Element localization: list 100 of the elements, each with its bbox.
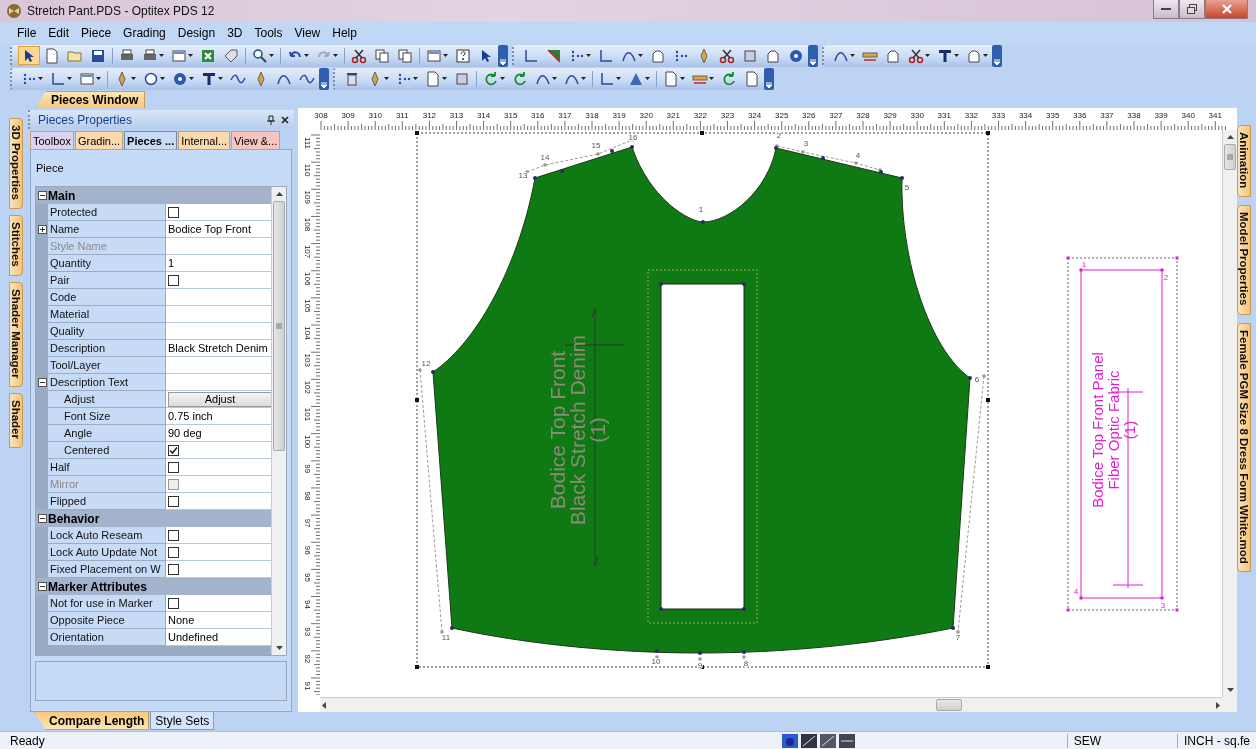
checkbox[interactable] xyxy=(168,461,179,473)
collapse-icon[interactable] xyxy=(37,582,47,591)
caret-icon xyxy=(586,53,591,58)
checkbox[interactable] xyxy=(168,495,179,507)
ruler-number: 321 xyxy=(666,111,680,120)
scroll-down-icon[interactable] xyxy=(275,646,283,650)
checkbox[interactable] xyxy=(168,529,179,541)
panel-tab[interactable]: Internal... xyxy=(178,131,231,149)
property-value-cell[interactable] xyxy=(166,493,271,510)
menu-item[interactable]: Tools xyxy=(249,26,288,40)
ruler-number: 323 xyxy=(720,111,735,120)
menu-item[interactable]: 3D xyxy=(222,26,248,40)
scroll-thumb[interactable] xyxy=(936,699,962,711)
menu-item[interactable]: Edit xyxy=(43,26,75,40)
scrollbar[interactable] xyxy=(271,187,286,655)
scroll-left-icon[interactable] xyxy=(322,701,326,709)
scroll-up-icon[interactable] xyxy=(1226,135,1234,139)
checkbox[interactable] xyxy=(168,444,179,456)
property-value-cell[interactable] xyxy=(166,238,271,255)
restore-icon xyxy=(1187,4,1197,14)
checkbox[interactable] xyxy=(168,563,179,575)
checkbox[interactable] xyxy=(168,206,179,218)
toolbar-overflow-button[interactable] xyxy=(764,67,774,90)
property-value-cell[interactable]: None xyxy=(166,612,271,629)
property-value-cell[interactable] xyxy=(166,272,271,289)
panel-tab[interactable]: Gradin... xyxy=(74,131,124,149)
scrollbar[interactable] xyxy=(1222,130,1237,697)
property-value-cell[interactable]: 0.75 inch xyxy=(166,408,271,425)
scroll-down-icon[interactable] xyxy=(1226,688,1234,692)
panel-piece-drawing[interactable] xyxy=(1079,268,1164,600)
diagonal-split-icon xyxy=(546,47,562,64)
scroll-up-icon[interactable] xyxy=(275,192,283,196)
property-value-cell[interactable] xyxy=(166,476,271,493)
checkbox[interactable] xyxy=(168,546,179,558)
scroll-thumb[interactable] xyxy=(1224,144,1236,170)
close-icon xyxy=(1220,4,1233,14)
dock-tab[interactable]: Model Properties xyxy=(1237,205,1251,315)
document-tab[interactable]: Pieces Window xyxy=(36,91,146,108)
rotate-icon xyxy=(483,70,499,87)
ruler-number: 308 xyxy=(314,111,328,120)
property-value-cell[interactable] xyxy=(166,561,271,578)
restore-button[interactable] xyxy=(1179,0,1205,19)
scrollbar[interactable] xyxy=(320,697,1222,712)
dock-tab[interactable]: Stitches xyxy=(9,214,23,276)
caret-icon xyxy=(413,76,418,81)
adjust-button[interactable]: Adjust xyxy=(168,391,271,407)
scroll-thumb[interactable] xyxy=(273,201,285,451)
close-icon[interactable] xyxy=(280,114,290,125)
toolbar-overflow-button[interactable] xyxy=(992,44,1002,67)
selection-frame[interactable] xyxy=(1066,256,1179,612)
collapse-icon[interactable] xyxy=(37,378,47,387)
bottom-tab[interactable]: Style Sets xyxy=(150,712,215,730)
checkbox[interactable] xyxy=(168,597,179,609)
toolbar-overflow-button[interactable] xyxy=(319,67,329,90)
property-value-cell[interactable]: 90 deg xyxy=(166,425,271,442)
status-mode: SEW xyxy=(1066,733,1107,748)
property-value-cell[interactable] xyxy=(166,323,271,340)
minimize-button[interactable] xyxy=(1153,0,1179,19)
menu-item[interactable]: Help xyxy=(327,26,362,40)
property-value-cell[interactable] xyxy=(166,459,271,476)
menu-item[interactable]: View xyxy=(289,26,326,40)
menu-item[interactable]: Piece xyxy=(76,26,117,40)
pointer-button[interactable] xyxy=(18,46,40,65)
property-value-cell[interactable] xyxy=(166,527,271,544)
property-value-cell[interactable] xyxy=(166,442,271,459)
dock-tab[interactable]: Shader xyxy=(9,393,23,448)
property-value-cell[interactable]: 1 xyxy=(166,255,271,272)
pin-icon[interactable] xyxy=(266,114,276,125)
property-value: 90 deg xyxy=(168,427,202,439)
panel-tab[interactable]: Toolbox xyxy=(30,131,74,149)
point-number: 12 xyxy=(421,359,431,368)
menu-item[interactable]: File xyxy=(12,26,42,40)
property-value-cell[interactable]: Undefined xyxy=(166,629,271,646)
property-value-cell[interactable] xyxy=(166,204,271,221)
property-value-cell[interactable] xyxy=(166,595,271,612)
menu-item[interactable]: Design xyxy=(172,26,221,40)
bottom-tab[interactable]: Compare Length xyxy=(34,712,150,730)
scroll-right-icon[interactable] xyxy=(1216,701,1220,709)
dock-tab[interactable]: Female PGM Size 8 Dress Form White.mod xyxy=(1237,322,1251,573)
property-value-cell[interactable] xyxy=(166,306,271,323)
collapse-icon[interactable] xyxy=(37,514,47,523)
property-value-cell[interactable] xyxy=(166,544,271,561)
checkmark-icon xyxy=(169,445,178,455)
panel-tab[interactable]: Pieces ... xyxy=(124,131,178,149)
menu-item[interactable]: Grading xyxy=(118,26,171,40)
panel-tab[interactable]: View &... xyxy=(231,131,281,149)
dock-tab[interactable]: 3D Properties xyxy=(9,118,23,209)
checkbox[interactable] xyxy=(168,274,179,286)
expand-icon[interactable] xyxy=(37,225,47,234)
property-value-cell[interactable] xyxy=(166,357,271,374)
property-value-cell[interactable]: Bodice Top Front xyxy=(166,221,271,238)
toolbar-overflow-button[interactable] xyxy=(498,44,508,67)
dock-tab[interactable]: Animation xyxy=(1237,125,1251,198)
help-icon xyxy=(455,47,471,64)
close-button[interactable] xyxy=(1205,0,1248,19)
toolbar-overflow-button[interactable] xyxy=(808,44,818,67)
property-value-cell[interactable] xyxy=(166,289,271,306)
property-value-cell[interactable] xyxy=(166,374,271,391)
collapse-icon[interactable] xyxy=(37,191,47,200)
dock-tab[interactable]: Shader Manager xyxy=(9,281,23,387)
